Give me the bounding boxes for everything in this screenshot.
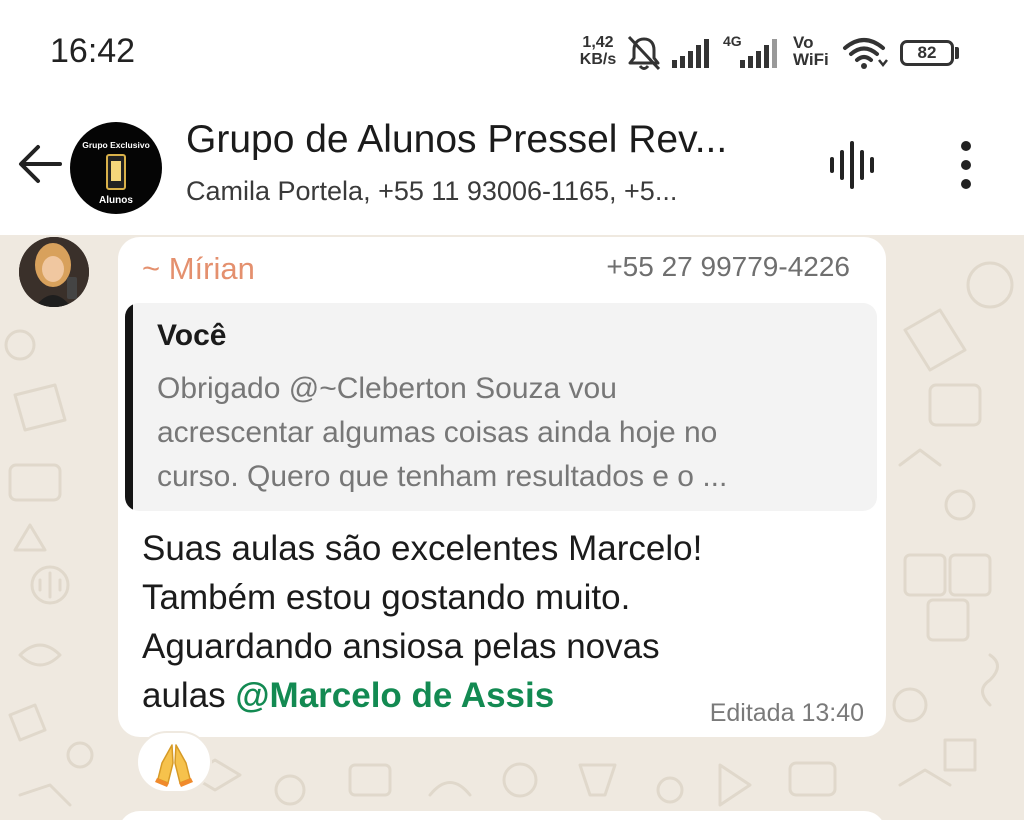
battery-nub: [955, 47, 959, 59]
quoted-message[interactable]: Você Obrigado @~Cleberton Souza vou acre…: [125, 303, 877, 511]
chat-area[interactable]: ~ Mírian +55 27 99779-4226 Você Obrigado…: [0, 235, 1024, 820]
group-avatar-top-text: Grupo Exclusivo: [82, 140, 150, 150]
wifi-icon: [843, 38, 888, 69]
sender-name[interactable]: ~ Mírian: [142, 251, 255, 287]
sender-avatar-photo: [19, 237, 89, 307]
battery-icon: 82: [900, 40, 954, 66]
sender-avatar[interactable]: [19, 237, 89, 307]
quoted-text-line: curso. Quero que tenham resultados e o .…: [157, 460, 728, 493]
signal-4g-icon: [740, 39, 777, 68]
group-avatar-bottom-text: Alunos: [99, 195, 133, 206]
mention-link[interactable]: @Marcelo de Assis: [235, 676, 554, 715]
vowifi-line2: WiFi: [793, 50, 829, 69]
vowifi-label: Vo WiFi: [793, 34, 829, 68]
folded-hands-icon: [155, 744, 193, 787]
quote-accent-bar: [125, 303, 133, 511]
message-text: Suas aulas são excelentes Marcelo! També…: [142, 524, 832, 720]
back-arrow-icon[interactable]: [14, 138, 66, 190]
network-type-label: 4G: [723, 33, 742, 49]
chat-subtitle[interactable]: Camila Portela, +55 11 93006-1165, +5...: [186, 176, 786, 207]
message-meta: Editada 13:40: [709, 699, 864, 727]
network-speed-unit: KB/s: [579, 51, 617, 68]
message-text-line: Também estou gostando muito.: [142, 578, 631, 617]
sender-phone: +55 27 99779-4226: [606, 251, 850, 282]
reaction-badge[interactable]: [136, 731, 212, 793]
message-text-line: Suas aulas são excelentes Marcelo!: [142, 529, 703, 568]
vowifi-line1: Vo: [793, 33, 814, 52]
quoted-text-line: acrescentar algumas coisas ainda hoje no: [157, 416, 718, 449]
group-avatar[interactable]: Grupo Exclusivo Alunos: [70, 122, 162, 214]
signal-icon: [672, 39, 709, 68]
more-vert-icon[interactable]: [946, 138, 986, 192]
chat-header: Grupo Exclusivo Alunos Grupo de Alunos P…: [0, 100, 1024, 235]
voice-chat-icon[interactable]: [826, 140, 884, 190]
bell-muted-icon: [627, 35, 661, 71]
status-bar: 16:42 1,42 KB/s 4G Vo WiFi 82: [0, 0, 1024, 100]
next-message-bubble[interactable]: [118, 811, 886, 820]
quoted-text: Obrigado @~Cleberton Souza vou acrescent…: [157, 367, 857, 499]
group-avatar-phone-graphic: [106, 154, 126, 190]
message-text-line: Aguardando ansiosa pelas novas: [142, 627, 660, 666]
network-speed-value: 1,42: [582, 34, 614, 51]
quoted-author: Você: [157, 319, 227, 352]
network-speed: 1,42 KB/s: [576, 34, 620, 68]
quoted-text-line: Obrigado @~Cleberton Souza vou: [157, 372, 617, 405]
message-text-segment: aulas: [142, 676, 236, 715]
message-bubble[interactable]: ~ Mírian +55 27 99779-4226 Você Obrigado…: [118, 237, 886, 737]
chat-title[interactable]: Grupo de Alunos Pressel Rev...: [186, 118, 796, 162]
status-time: 16:42: [50, 32, 136, 70]
